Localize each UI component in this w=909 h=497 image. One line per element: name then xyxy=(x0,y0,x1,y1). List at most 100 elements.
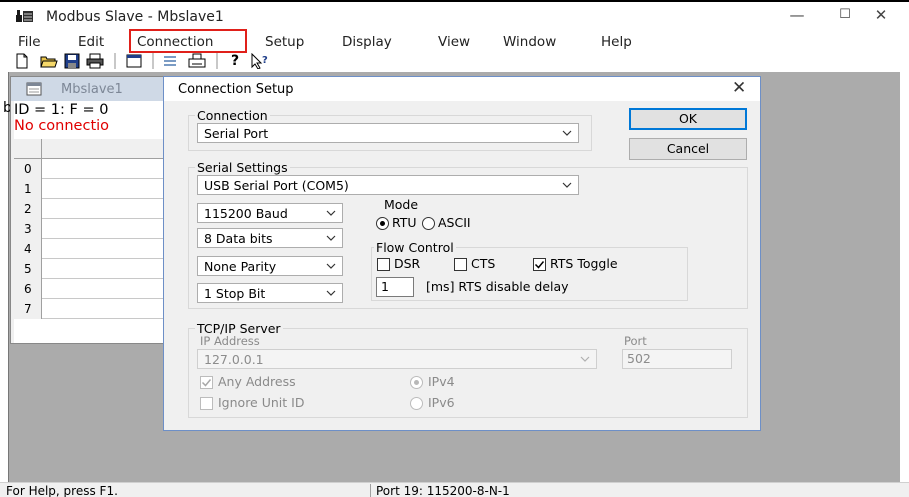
toolbar-separator xyxy=(152,53,154,69)
row-index: 1 xyxy=(14,179,42,199)
radio-selected-dot xyxy=(414,380,419,385)
row-index: 7 xyxy=(14,299,42,319)
flow-control-label: Flow Control xyxy=(374,240,456,255)
dsr-checkbox[interactable] xyxy=(377,258,390,271)
baud-rate-select[interactable]: 115200 Baud xyxy=(197,203,343,223)
dialog-title-bar[interactable]: Connection Setup ✕ xyxy=(164,77,760,101)
connection-group-label: Connection xyxy=(195,108,270,123)
table-row[interactable]: 1 xyxy=(14,179,166,199)
print-preview-icon[interactable] xyxy=(188,53,206,69)
open-folder-icon[interactable] xyxy=(40,53,58,69)
serial-settings-label: Serial Settings xyxy=(195,160,290,175)
serial-port-value: USB Serial Port (COM5) xyxy=(204,178,349,193)
connection-setup-dialog: Connection Setup ✕ Connection Serial Por… xyxy=(163,76,761,431)
dialog-close-icon[interactable]: ✕ xyxy=(732,78,746,98)
rts-delay-label: [ms] RTS disable delay xyxy=(426,279,569,294)
slave-id-status: ID = 1: F = 0 xyxy=(14,102,109,118)
modbus-app-icon xyxy=(16,9,34,23)
ipv6-label: IPv6 xyxy=(428,395,455,410)
child-body: ID = 1: F = 0 No connectio 0 1 2 3 4 5 6… xyxy=(14,101,170,343)
port-value: 502 xyxy=(627,351,651,366)
child-title-bar[interactable]: Mbslave1 xyxy=(11,77,171,101)
ip-address-select[interactable]: 127.0.0.1 xyxy=(197,349,597,369)
ipv6-radio[interactable] xyxy=(410,397,423,410)
table-row[interactable]: 6 xyxy=(14,279,166,299)
ignore-unit-id-label: Ignore Unit ID xyxy=(218,395,305,410)
menu-help[interactable]: Help xyxy=(601,34,632,50)
window-icon[interactable] xyxy=(126,53,144,69)
chevron-down-icon xyxy=(560,125,574,141)
rts-toggle-label: RTS Toggle xyxy=(550,256,618,271)
svg-text:?: ? xyxy=(262,55,268,66)
rts-toggle-checkbox[interactable] xyxy=(533,258,546,271)
menu-window[interactable]: Window xyxy=(503,34,556,50)
about-icon[interactable]: ? xyxy=(226,53,244,69)
row-index: 6 xyxy=(14,279,42,299)
chevron-down-icon xyxy=(324,205,338,221)
chevron-down-icon xyxy=(560,177,574,193)
ignore-unit-id-checkbox[interactable] xyxy=(200,397,213,410)
ascii-radio[interactable] xyxy=(422,217,435,230)
connection-menu-highlight xyxy=(129,29,247,53)
baud-rate-value: 115200 Baud xyxy=(204,206,288,221)
list-icon[interactable] xyxy=(162,53,180,69)
serial-port-select[interactable]: USB Serial Port (COM5) xyxy=(197,175,579,195)
ok-button[interactable]: OK xyxy=(629,108,747,130)
parity-value: None Parity xyxy=(204,259,277,274)
print-icon[interactable] xyxy=(86,53,104,69)
cts-checkbox[interactable] xyxy=(454,258,467,271)
port-input[interactable]: 502 xyxy=(622,349,732,369)
app-window: Modbus Slave - Mbslave1 — ☐ ✕ File Edit … xyxy=(0,0,909,497)
rts-delay-input[interactable]: 1 xyxy=(376,277,414,297)
maximize-button[interactable]: ☐ xyxy=(830,4,860,26)
connection-status: No connectio xyxy=(14,118,110,134)
stop-bits-select[interactable]: 1 Stop Bit xyxy=(197,283,343,303)
ipv4-label: IPv4 xyxy=(428,374,455,389)
table-row[interactable]: 7 xyxy=(14,299,166,319)
close-button[interactable]: ✕ xyxy=(866,4,896,26)
dialog-title: Connection Setup xyxy=(178,82,294,97)
table-row[interactable]: 5 xyxy=(14,259,166,279)
chevron-down-icon xyxy=(324,258,338,274)
menu-view[interactable]: View xyxy=(438,34,470,50)
stop-bits-value: 1 Stop Bit xyxy=(204,286,266,301)
parity-select[interactable]: None Parity xyxy=(197,256,343,276)
ascii-label: ASCII xyxy=(438,215,471,230)
connection-type-value: Serial Port xyxy=(204,126,269,141)
chevron-down-icon xyxy=(578,351,592,367)
new-file-icon[interactable] xyxy=(14,53,32,69)
document-icon xyxy=(26,81,42,100)
menu-file[interactable]: File xyxy=(18,34,41,50)
ip-address-label: IP Address xyxy=(200,334,260,348)
top-border xyxy=(0,0,909,2)
any-address-checkbox[interactable] xyxy=(200,376,213,389)
chevron-down-icon xyxy=(324,230,338,246)
save-icon[interactable] xyxy=(64,53,82,69)
connection-type-select[interactable]: Serial Port xyxy=(197,123,579,143)
cancel-button[interactable]: Cancel xyxy=(629,138,747,160)
toolbar-separator xyxy=(114,53,116,69)
context-help-icon[interactable]: ? xyxy=(250,52,268,70)
rtu-label: RTU xyxy=(392,215,417,230)
data-bits-select[interactable]: 8 Data bits xyxy=(197,228,343,248)
table-row[interactable]: 4 xyxy=(14,239,166,259)
row-index: 2 xyxy=(14,199,42,219)
checkmark-icon xyxy=(201,379,212,387)
row-index: 0 xyxy=(14,159,42,179)
rtu-radio[interactable] xyxy=(376,217,389,230)
row-index: 4 xyxy=(14,239,42,259)
table-row[interactable]: 2 xyxy=(14,199,166,219)
minimize-button[interactable]: — xyxy=(782,4,812,26)
help-status-text: For Help, press F1. xyxy=(6,484,118,497)
data-bits-value: 8 Data bits xyxy=(204,231,273,246)
menu-edit[interactable]: Edit xyxy=(78,34,104,50)
table-row[interactable]: 0 xyxy=(14,159,166,179)
menu-setup[interactable]: Setup xyxy=(265,34,304,50)
menu-display[interactable]: Display xyxy=(342,34,392,50)
row-index: 5 xyxy=(14,259,42,279)
mbslave-child-window[interactable]: Mbslave1 ID = 1: F = 0 No connectio 0 1 … xyxy=(10,76,171,344)
chevron-down-icon xyxy=(324,285,338,301)
dsr-label: DSR xyxy=(394,256,421,271)
ipv4-radio[interactable] xyxy=(410,376,423,389)
table-row[interactable]: 3 xyxy=(14,219,166,239)
